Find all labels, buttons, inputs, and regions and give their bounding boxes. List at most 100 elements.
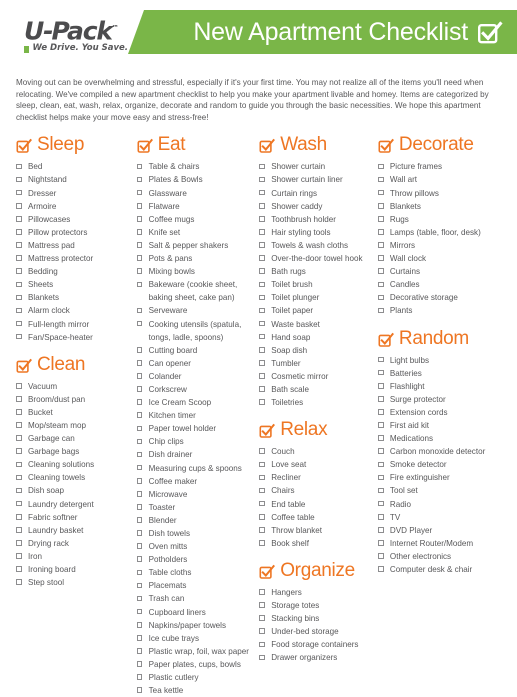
checklist-item[interactable]: Blender <box>136 514 254 527</box>
checklist-item[interactable]: Light bulbs <box>377 354 504 367</box>
checkbox-icon[interactable] <box>136 504 143 510</box>
checklist-item[interactable]: Bucket <box>16 406 131 419</box>
checkbox-icon[interactable] <box>377 566 384 572</box>
checkbox-icon[interactable] <box>16 163 22 170</box>
checkbox-icon[interactable] <box>136 242 143 248</box>
checklist-item[interactable]: Serveware <box>136 304 254 317</box>
checklist-item[interactable]: Dish soap <box>16 484 131 497</box>
checklist-item[interactable]: Plastic cutlery <box>136 671 254 684</box>
checklist-item[interactable]: Other electronics <box>377 550 504 563</box>
checklist-item[interactable]: Coffee maker <box>136 475 254 488</box>
checklist-item[interactable]: Paper towel holder <box>136 422 254 435</box>
checkbox-icon[interactable] <box>136 399 143 405</box>
checklist-item[interactable]: Vacuum <box>16 380 131 393</box>
checklist-item[interactable]: Napkins/paper towels <box>136 619 254 632</box>
checklist-item[interactable]: Toilet brush <box>259 278 372 291</box>
checkbox-icon[interactable] <box>377 500 384 507</box>
checkbox-icon[interactable] <box>16 566 22 572</box>
checklist-item[interactable]: Ironing board <box>16 563 131 576</box>
checkbox-icon[interactable] <box>136 189 143 196</box>
checkbox-icon[interactable] <box>16 176 22 183</box>
checklist-item[interactable]: Corkscrew <box>136 383 254 396</box>
checklist-item[interactable]: Tumbler <box>259 357 372 370</box>
checkbox-icon[interactable] <box>136 621 143 628</box>
checkbox-icon[interactable] <box>16 202 22 209</box>
checkbox-icon[interactable] <box>136 543 143 549</box>
checklist-item[interactable]: Throw blanket <box>259 524 372 537</box>
checklist-item[interactable]: Fabric softner <box>16 511 131 524</box>
checkbox-icon[interactable] <box>259 589 265 595</box>
checkbox-icon[interactable] <box>136 176 143 183</box>
checklist-item[interactable]: Dish drainer <box>136 448 254 461</box>
checklist-item[interactable]: Tea kettle <box>136 684 254 697</box>
checklist-item[interactable]: Laundry detergent <box>16 498 131 511</box>
checkbox-icon[interactable] <box>259 294 265 301</box>
checklist-item[interactable]: Flashlight <box>377 380 504 393</box>
checkbox-icon[interactable] <box>377 229 384 235</box>
checkbox-icon[interactable] <box>259 320 265 327</box>
checklist-item[interactable]: Bakeware (cookie sheet, baking sheet, ca… <box>136 278 254 304</box>
checklist-item[interactable]: Bed <box>16 160 131 173</box>
checklist-item[interactable]: Bath rugs <box>259 265 372 278</box>
checklist-item[interactable]: Placemats <box>136 579 254 592</box>
checklist-item[interactable]: Shower curtain liner <box>259 173 372 186</box>
checklist-item[interactable]: Food storage containers <box>259 638 372 651</box>
checkbox-icon[interactable] <box>16 242 22 248</box>
checklist-item[interactable]: Wall clock <box>377 252 504 265</box>
checkbox-icon[interactable] <box>259 540 265 546</box>
checklist-item[interactable]: Blankets <box>377 200 504 213</box>
checklist-item[interactable]: Shower caddy <box>259 200 372 213</box>
checkbox-icon[interactable] <box>377 513 384 520</box>
checkbox-icon[interactable] <box>136 346 143 353</box>
checkbox-icon[interactable] <box>16 540 22 546</box>
checkbox-icon[interactable] <box>259 399 265 405</box>
checkbox-icon[interactable] <box>259 386 265 392</box>
checkbox-icon[interactable] <box>377 474 384 481</box>
checkbox-icon[interactable] <box>16 474 22 481</box>
checklist-item[interactable]: Pillowcases <box>16 213 131 226</box>
checklist-item[interactable]: Mattress protector <box>16 252 131 265</box>
checkbox-icon[interactable] <box>377 435 384 441</box>
checklist-item[interactable]: Laundry basket <box>16 524 131 537</box>
checkbox-icon[interactable] <box>136 163 143 170</box>
checkbox-icon[interactable] <box>16 255 22 261</box>
checkbox-icon[interactable] <box>136 661 143 667</box>
checklist-item[interactable]: DVD Player <box>377 524 504 537</box>
checklist-item[interactable]: Mattress pad <box>16 239 131 252</box>
checklist-item[interactable]: Mirrors <box>377 239 504 252</box>
checklist-item[interactable]: Cupboard liners <box>136 606 254 619</box>
checkbox-icon[interactable] <box>16 281 22 288</box>
checkbox-icon[interactable] <box>16 409 22 415</box>
checkbox-icon[interactable] <box>259 242 265 248</box>
checklist-item[interactable]: Coffee table <box>259 511 372 524</box>
checkbox-icon[interactable] <box>16 579 22 585</box>
checklist-item[interactable]: Paper plates, cups, bowls <box>136 658 254 671</box>
checkbox-icon[interactable] <box>259 216 265 222</box>
checkbox-icon[interactable] <box>136 477 143 484</box>
checkbox-icon[interactable] <box>259 163 265 170</box>
checkbox-icon[interactable] <box>136 307 143 314</box>
checkbox-icon[interactable] <box>136 438 143 445</box>
checkbox-icon[interactable] <box>136 386 143 392</box>
checklist-item[interactable]: Book shelf <box>259 537 372 550</box>
checklist-item[interactable]: First aid kit <box>377 419 504 432</box>
checklist-item[interactable]: Flatware <box>136 200 254 213</box>
checkbox-icon[interactable] <box>259 628 265 635</box>
checkbox-icon[interactable] <box>259 487 265 494</box>
checkbox-icon[interactable] <box>136 451 143 458</box>
checkbox-icon[interactable] <box>259 189 265 196</box>
checklist-item[interactable]: Blankets <box>16 291 131 304</box>
checkbox-icon[interactable] <box>136 517 143 523</box>
checklist-item[interactable]: Ice cube trays <box>136 632 254 645</box>
checklist-item[interactable]: Ice Cream Scoop <box>136 396 254 409</box>
checkbox-icon[interactable] <box>16 268 22 275</box>
checkbox-icon[interactable] <box>377 396 384 402</box>
checkbox-icon[interactable] <box>136 648 143 654</box>
checkbox-icon[interactable] <box>377 307 384 314</box>
checkbox-icon[interactable] <box>259 255 265 261</box>
checkbox-icon[interactable] <box>136 635 143 641</box>
checkbox-icon[interactable] <box>16 461 22 468</box>
checklist-item[interactable]: Plastic wrap, foil, wax paper <box>136 645 254 658</box>
checklist-item[interactable]: Plates & Bowls <box>136 173 254 186</box>
checkbox-icon[interactable] <box>377 176 384 183</box>
